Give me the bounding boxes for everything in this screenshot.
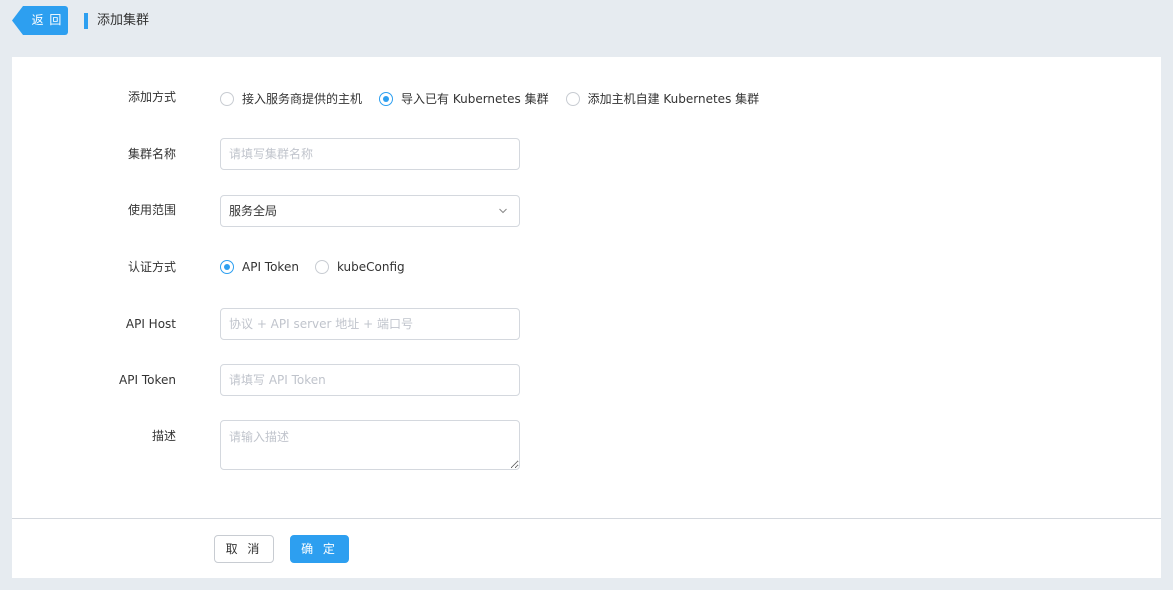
radio-import-k8s[interactable]: 导入已有 Kubernetes 集群 (379, 90, 549, 107)
chevron-down-icon (499, 208, 507, 214)
api-host-input[interactable] (220, 308, 520, 340)
radio-api-token-circle[interactable] (220, 260, 234, 274)
radio-self-built-k8s-circle[interactable] (565, 91, 580, 106)
api-token-label: API Token (119, 373, 176, 387)
page-header: 返 回 添加集群 (0, 0, 1173, 44)
footer-divider (12, 518, 1161, 519)
add-method-radio-group: 接入服务商提供的主机 导入已有 Kubernetes 集群 添加主机自建 Kub… (220, 90, 776, 107)
back-button[interactable]: 返 回 (12, 6, 68, 35)
add-method-label: 添加方式 (127, 90, 176, 104)
radio-kubeconfig-label: kubeConfig (336, 260, 405, 274)
radio-import-k8s-label: 导入已有 Kubernetes 集群 (401, 92, 549, 106)
confirm-button[interactable]: 确 定 (290, 535, 349, 563)
api-host-label: API Host (125, 317, 176, 331)
radio-self-built-k8s[interactable]: 添加主机自建 Kubernetes 集群 (565, 90, 760, 107)
radio-kubeconfig[interactable]: kubeConfig (314, 260, 405, 274)
cluster-name-input[interactable] (220, 138, 520, 170)
title-accent-bar (84, 13, 88, 29)
radio-provider-hosts-circle[interactable] (220, 91, 234, 106)
radio-provider-hosts[interactable]: 接入服务商提供的主机 (220, 90, 362, 107)
radio-api-token[interactable]: API Token (220, 260, 299, 274)
auth-method-radio-group: API Token kubeConfig (220, 260, 422, 274)
description-label: 描述 (151, 429, 176, 443)
cancel-button[interactable]: 取 消 (214, 535, 274, 563)
radio-kubeconfig-circle[interactable] (314, 260, 329, 274)
api-token-input[interactable] (220, 364, 520, 396)
auth-method-label: 认证方式 (127, 260, 176, 274)
radio-import-k8s-circle[interactable] (379, 91, 394, 106)
radio-provider-hosts-label: 接入服务商提供的主机 (242, 92, 363, 106)
cluster-name-label: 集群名称 (127, 147, 176, 161)
scope-select-value: 服务全局 (229, 204, 278, 218)
radio-self-built-k8s-label: 添加主机自建 Kubernetes 集群 (587, 92, 760, 106)
form-card: 添加方式 接入服务商提供的主机 导入已有 Kubernetes 集群 添加主机自… (12, 57, 1161, 578)
scope-select[interactable]: 服务全局 (220, 195, 520, 227)
radio-api-token-label: API Token (242, 260, 299, 274)
description-textarea[interactable] (220, 420, 520, 470)
page-title: 添加集群 (97, 13, 150, 28)
scope-label: 使用范围 (127, 203, 176, 217)
